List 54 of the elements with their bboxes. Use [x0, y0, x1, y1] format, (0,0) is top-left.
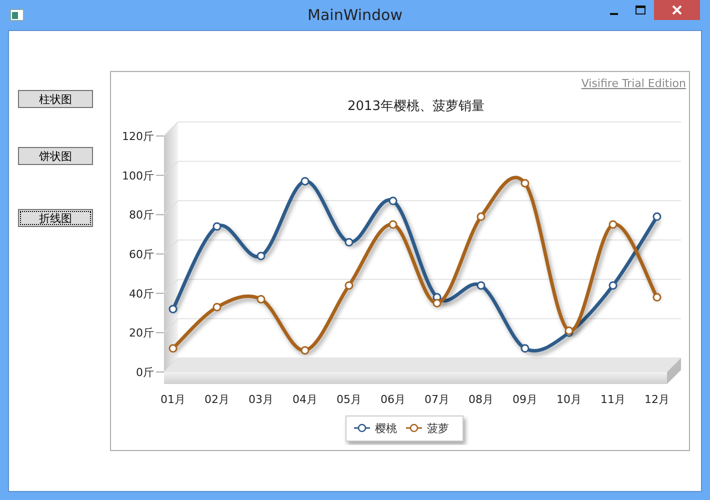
legend-label: 菠萝 [427, 422, 449, 435]
data-point [256, 252, 266, 260]
x-tick-label: 05月 [336, 393, 362, 406]
chart-title: 2013年樱桃、菠萝销量 [347, 99, 485, 114]
data-point [388, 220, 398, 229]
trial-edition-link[interactable]: Visifire Trial Edition [581, 77, 686, 90]
y-tick-label: 20斤 [129, 326, 154, 340]
data-point [476, 281, 486, 290]
chart-type-button[interactable]: 饼状图 [18, 147, 93, 165]
data-point [608, 281, 618, 290]
data-point [652, 212, 662, 221]
minimize-icon [610, 13, 618, 15]
close-button[interactable] [654, 0, 700, 20]
legend-label: 樱桃 [375, 422, 397, 435]
data-point [300, 346, 310, 355]
data-point [168, 304, 178, 314]
x-tick-label: 11月 [600, 393, 626, 406]
y-tick-label: 100斤 [122, 169, 154, 182]
window-title: MainWindow [308, 6, 402, 24]
x-tick-label: 10月 [556, 393, 582, 406]
x-tick-label: 08月 [468, 393, 494, 406]
x-tick-label: 06月 [380, 393, 406, 406]
data-point [652, 293, 662, 302]
data-point [432, 298, 442, 308]
chart-type-button[interactable]: 折线图 [18, 209, 93, 227]
data-point [608, 220, 618, 229]
x-tick-label: 07月 [424, 393, 450, 406]
chart-type-button[interactable]: 柱状图 [18, 90, 93, 108]
data-point [212, 222, 222, 231]
data-point [476, 212, 486, 221]
close-icon [672, 5, 682, 15]
data-point [520, 178, 530, 188]
maximize-icon [635, 5, 646, 15]
data-point [300, 176, 310, 186]
x-tick-label: 09月 [512, 393, 538, 406]
x-tick-label: 03月 [248, 393, 274, 406]
x-tick-label: 12月 [644, 393, 670, 406]
y-tick-label: 40斤 [129, 287, 154, 300]
x-tick-label: 01月 [160, 393, 186, 406]
y-tick-label: 80斤 [129, 208, 154, 222]
data-point [256, 294, 266, 304]
data-point [564, 326, 574, 335]
y-tick-label: 60斤 [129, 248, 154, 261]
y-tick-label: 120斤 [122, 130, 154, 143]
data-point [212, 302, 222, 312]
data-point [168, 344, 178, 353]
window-icon [10, 9, 24, 21]
x-tick-label: 04月 [292, 393, 318, 406]
data-point [344, 281, 354, 290]
data-point [344, 238, 354, 246]
data-point [388, 196, 398, 206]
x-tick-label: 02月 [204, 393, 230, 406]
data-point [520, 344, 530, 353]
y-tick-label: 0斤 [136, 366, 154, 379]
